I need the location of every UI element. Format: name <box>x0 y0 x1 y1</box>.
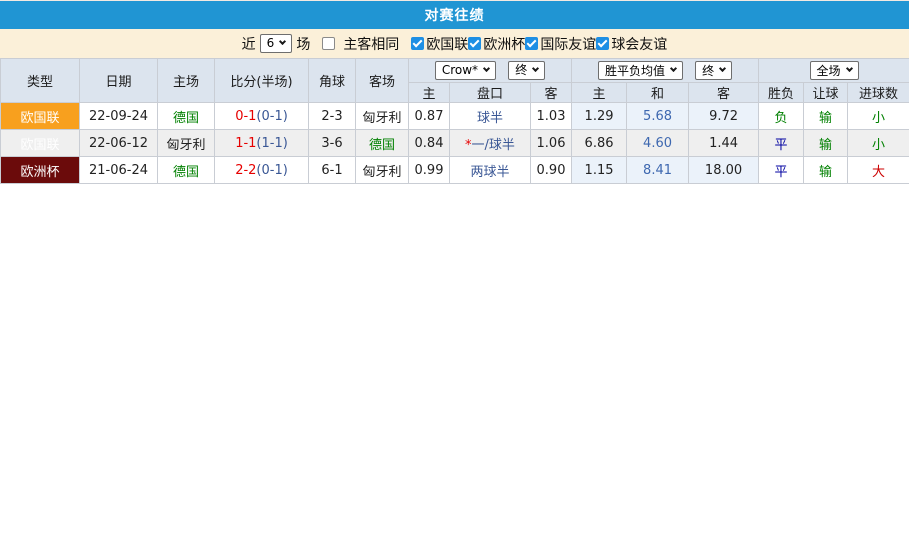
cell-competition-type: 欧洲杯 <box>0 156 80 184</box>
cell-result: 平 <box>758 129 805 157</box>
scope-select[interactable]: 全场 <box>809 61 859 80</box>
competition-label: 国际友谊 <box>540 36 597 53</box>
col-header-corners: 角球 <box>308 58 356 103</box>
col-header-crow-home: 主 <box>408 82 450 103</box>
cell-date: 22-09-24 <box>79 102 158 130</box>
same-venue-label: 主客相同 <box>343 36 400 53</box>
chevron-down-icon <box>483 65 491 73</box>
recent-matches-value: 6 <box>266 36 275 50</box>
cell-crow-away-odds: 0.90 <box>529 156 573 184</box>
recent-matches-select[interactable]: 6 <box>259 34 293 53</box>
cell-corners: 3-6 <box>308 129 356 157</box>
cell-goals-result: 大 <box>847 156 909 184</box>
head-to-head-panel: 对赛往绩 近 6 场 主客相同 欧国联 欧洲杯 国际友谊 球会友谊 类型 日期 … <box>0 0 909 540</box>
panel-title: 对赛往绩 <box>424 8 485 24</box>
cell-crow-away-odds: 1.03 <box>529 102 573 130</box>
chevron-down-icon <box>669 64 678 73</box>
cell-handicap-result: 输 <box>803 102 849 130</box>
cell-home-team: 匈牙利 <box>157 129 215 157</box>
bookmaker-select[interactable]: Crow* <box>434 61 497 81</box>
cell-crow-home-odds: 0.84 <box>408 129 450 157</box>
col-header-away: 客场 <box>355 58 409 103</box>
cell-score: 0-1(0-1) <box>214 102 309 130</box>
cell-date: 21-06-24 <box>79 156 158 184</box>
cell-result: 平 <box>758 156 805 184</box>
col-header-date: 日期 <box>79 58 158 103</box>
cell-score: 1-1(1-1) <box>214 129 309 157</box>
cell-crow-away-odds: 1.06 <box>529 129 573 157</box>
cell-goals-result: 小 <box>847 102 909 130</box>
cell-handicap: *一/球半 <box>449 129 531 157</box>
cell-corners: 6-1 <box>308 156 356 184</box>
col-header-home: 主场 <box>157 58 215 103</box>
cell-avg-away: 18.00 <box>688 156 760 184</box>
col-header-crow-handicap: 盘口 <box>449 82 531 103</box>
col-header-type: 类型 <box>0 58 80 103</box>
filter-bar: 近 6 场 主客相同 欧国联 欧洲杯 国际友谊 球会友谊 <box>0 29 909 58</box>
competition-label: 欧洲杯 <box>483 36 526 53</box>
cell-avg-away: 9.72 <box>688 102 760 130</box>
scope-group-header: 全场 <box>758 58 909 83</box>
same-venue-checkbox[interactable] <box>322 37 336 50</box>
chevron-down-icon <box>532 64 540 72</box>
col-header-result: 胜负 <box>758 82 805 103</box>
chevron-down-icon <box>279 37 287 46</box>
col-header-crow-away: 客 <box>529 82 573 103</box>
head-to-head-table: 类型 日期 主场 比分(半场) 角球 客场 Crow* 终 胜平负均值 终 全场… <box>0 58 909 184</box>
table-row: 欧国联 22-09-24 德国 0-1(0-1) 2-3 匈牙利 0.87 球半… <box>0 102 909 130</box>
cell-date: 22-06-12 <box>79 129 158 157</box>
col-header-avg-draw: 和 <box>626 82 690 103</box>
cell-home-team: 德国 <box>157 156 215 184</box>
table-row: 欧国联 22-06-12 匈牙利 1-1(1-1) 3-6 德国 0.84 *一… <box>0 129 909 157</box>
cell-avg-home: 6.86 <box>571 129 628 157</box>
cell-handicap: 球半 <box>449 102 531 130</box>
cell-home-team: 德国 <box>157 102 215 130</box>
cell-avg-home: 1.29 <box>571 102 628 130</box>
col-header-avg-away: 客 <box>688 82 760 103</box>
cell-avg-draw: 4.60 <box>626 129 690 157</box>
cell-crow-home-odds: 0.99 <box>408 156 450 184</box>
matches-label: 场 <box>296 36 311 53</box>
cell-goals-result: 小 <box>847 129 909 157</box>
cell-avg-home: 1.15 <box>571 156 628 184</box>
chevron-down-icon <box>719 64 727 73</box>
cell-score: 2-2(0-1) <box>214 156 309 184</box>
cell-handicap-result: 输 <box>803 156 849 184</box>
col-header-goals: 进球数 <box>847 82 909 103</box>
recent-label: 近 <box>241 36 256 53</box>
competition-checkbox-euro-cup[interactable] <box>468 37 482 50</box>
col-header-handicap-result: 让球 <box>803 82 849 103</box>
competition-label: 球会友谊 <box>611 36 668 53</box>
competition-label: 欧国联 <box>426 36 469 53</box>
bookmaker-group-header: Crow* 终 <box>407 58 573 83</box>
table-row: 欧洲杯 21-06-24 德国 2-2(0-1) 6-1 匈牙利 0.99 两球… <box>0 156 909 184</box>
cell-handicap: 两球半 <box>449 156 531 184</box>
competition-checkbox-nations-league[interactable] <box>411 37 425 50</box>
chevron-down-icon <box>845 64 853 73</box>
competition-checkbox-intl-friendly[interactable] <box>525 37 539 50</box>
panel-header: 对赛往绩 <box>0 1 909 29</box>
avg-odds-group-header: 胜平负均值 终 <box>571 58 760 83</box>
cell-result: 负 <box>758 102 805 130</box>
cell-crow-home-odds: 0.87 <box>408 102 450 130</box>
avg-odds-period-select[interactable]: 终 <box>695 61 733 80</box>
col-header-avg-home: 主 <box>571 82 628 103</box>
cell-away-team: 匈牙利 <box>355 156 409 184</box>
cell-competition-type: 欧国联 <box>0 102 80 130</box>
cell-away-team: 匈牙利 <box>355 102 409 130</box>
cell-avg-away: 1.44 <box>688 129 760 157</box>
cell-competition-type: 欧国联 <box>0 129 80 157</box>
avg-odds-select[interactable]: 胜平负均值 <box>597 61 683 80</box>
bookmaker-period-select[interactable]: 终 <box>508 60 546 80</box>
col-header-score: 比分(半场) <box>214 58 309 103</box>
cell-corners: 2-3 <box>308 102 356 130</box>
cell-handicap-result: 输 <box>803 129 849 157</box>
competition-checkbox-club-friendly[interactable] <box>596 37 610 50</box>
cell-avg-draw: 8.41 <box>626 156 690 184</box>
cell-away-team: 德国 <box>355 129 409 157</box>
cell-avg-draw: 5.68 <box>626 102 690 130</box>
